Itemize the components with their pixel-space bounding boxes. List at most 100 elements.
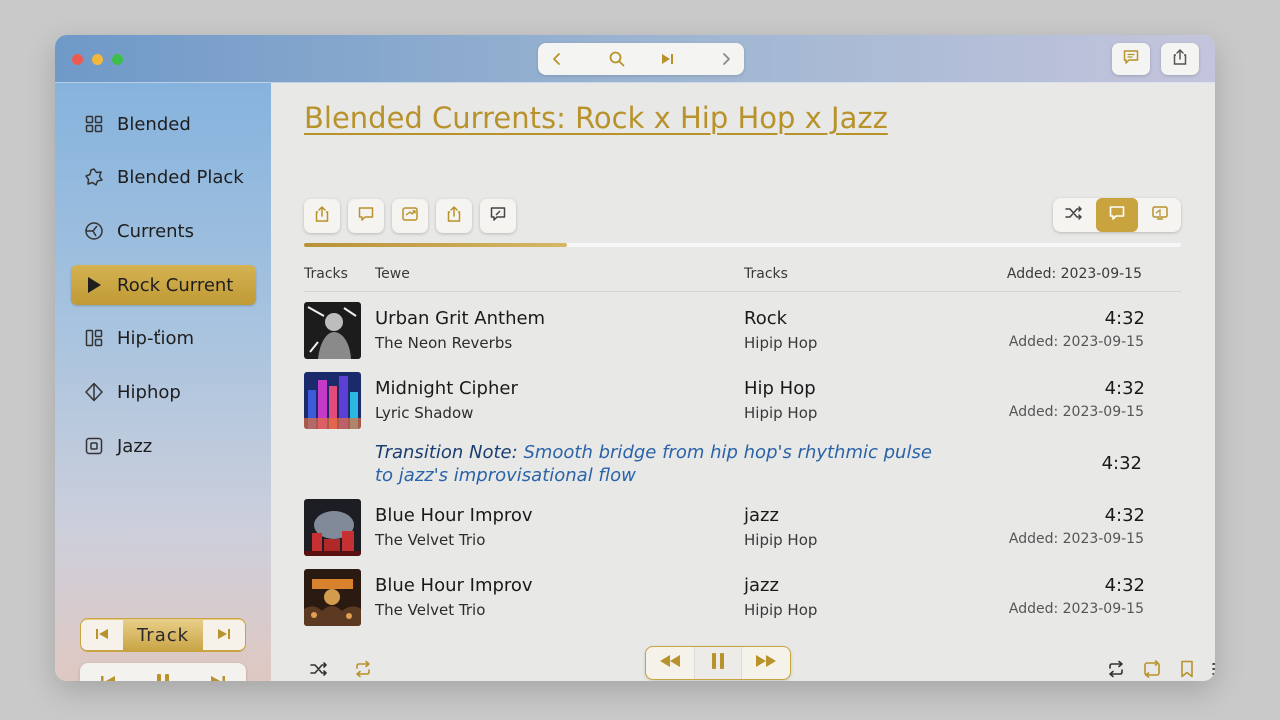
share-icon [313,205,331,227]
shuffle-toggle[interactable] [1053,198,1096,232]
playlist-title[interactable]: Blended Currents: Rock x Hip Hop x Jazz [304,101,888,135]
skip-previous-icon [95,626,109,645]
table-row[interactable]: Blue Hour Improv The Velvet Trio jazz Hi… [304,569,1181,629]
play-icon [83,274,105,296]
track-title: Blue Hour Improv [375,505,533,526]
transfer-button[interactable] [392,199,428,233]
menu-icon[interactable] [1210,657,1215,681]
chevron-left-icon[interactable] [546,48,568,70]
record-icon [83,435,105,457]
track-subgenre: Hipip Hop [744,531,818,549]
comment-icon [357,205,375,227]
table-row[interactable]: Midnight Cipher Lyric Shadow Hip Hop Hip… [304,372,1181,432]
fast-forward-button[interactable] [742,647,790,679]
comment-icon [1108,204,1126,226]
sidebar-item-rock-current[interactable]: Rock Current [71,265,256,305]
share-icon [1171,48,1189,70]
repeat-icon[interactable] [351,657,375,681]
comment-button[interactable] [1112,43,1150,75]
comment-view-toggle[interactable] [1095,198,1139,232]
track-genre: Hip Hop [744,378,816,399]
skip-previous-icon[interactable] [99,673,117,681]
repeat-one-icon[interactable] [1140,657,1164,681]
rewind-icon [658,653,682,673]
sidebar-item-label: Currents [117,220,194,242]
table-row[interactable]: Urban Grit Anthem The Neon Reverbs Rock … [304,302,1181,362]
main-content: Blended Currents: Rock x Hip Hop x Jazz [271,83,1215,681]
grid-icon [83,113,105,135]
next-track-button[interactable] [202,620,245,650]
previous-track-button[interactable] [81,620,123,650]
header-divider [304,291,1181,292]
column-header-genre[interactable]: Tracks [744,266,788,282]
comment-icon [1122,48,1140,70]
sidebar-item-currents[interactable]: Currents [71,211,256,251]
transition-note: Transition Note: Smooth bridge from hip … [375,441,955,487]
track-duration: 4:32 [1104,308,1145,329]
shuffle-icon [1064,204,1084,226]
share-icon [445,205,463,227]
track-artist: The Velvet Trio [375,531,486,549]
track-subgenre: Hipip Hop [744,404,818,422]
screen-view-toggle[interactable] [1138,198,1181,232]
pause-icon[interactable] [154,672,172,681]
track-added-date: Added: 2023-09-15 [1008,404,1144,420]
rewind-button[interactable] [646,647,694,679]
zoom-window-button[interactable] [112,54,123,65]
chevron-right-icon[interactable] [715,48,737,70]
playlist-progress-bar[interactable] [304,243,1181,247]
playback-controls [645,646,791,680]
sidebar: Blended Blended Plack Currents Rock Curr… [55,83,271,681]
track-title: Blue Hour Improv [375,575,533,596]
sidebar-item-blended[interactable]: Blended [71,104,256,144]
sidebar-item-hip-hom[interactable]: Hip-ťiom [71,318,256,358]
skip-next-icon[interactable] [209,673,227,681]
puzzle-icon [83,166,105,188]
column-header-added[interactable]: Added: 2023-09-15 [1007,266,1142,282]
album-art [304,569,361,626]
edit-comment-button[interactable] [480,199,516,233]
track-title: Urban Grit Anthem [375,308,546,329]
playlist-progress-fill [304,243,568,247]
column-header-tracks[interactable]: Tracks [304,266,348,282]
sidebar-item-blended-plack[interactable]: Blended Plack [71,157,256,197]
skip-next-icon [217,626,231,645]
sidebar-item-label: Hip-ťiom [117,327,195,349]
track-genre: jazz [744,505,779,526]
navigation-toolbar [538,43,744,75]
pause-icon [710,652,726,674]
search-icon[interactable] [606,48,628,70]
column-header-title[interactable]: Tewe [375,266,410,282]
share-button[interactable] [304,199,340,233]
transfer-icon [401,205,419,227]
minimize-window-button[interactable] [92,54,103,65]
track-duration: 4:32 [1104,575,1145,596]
track-genre: jazz [744,575,779,596]
track-duration: 4:32 [1104,378,1145,399]
close-window-button[interactable] [72,54,83,65]
sidebar-item-jazz[interactable]: Jazz [71,426,256,466]
bookmark-icon[interactable] [1175,657,1199,681]
comment-button[interactable] [348,199,384,233]
share-button[interactable] [1161,43,1199,75]
sidebar-item-label: Blended [117,113,191,135]
repeat-icon[interactable] [1104,657,1128,681]
layout-icon [83,327,105,349]
mini-track-control: Track [80,618,246,652]
table-row[interactable]: Blue Hour Improv The Velvet Trio jazz Hi… [304,499,1181,559]
track-added-date: Added: 2023-09-15 [1008,601,1144,617]
skip-next-icon[interactable] [656,48,678,70]
share-button[interactable] [436,199,472,233]
track-artist: The Velvet Trio [375,601,486,619]
sidebar-item-hiphop[interactable]: Hiphop [71,372,256,412]
view-segmented-control [1053,198,1181,232]
album-art [304,302,361,359]
edit-comment-icon [489,205,507,227]
screen-icon [1151,204,1169,226]
sidebar-item-label: Hiphop [117,381,181,403]
compass-icon [83,220,105,242]
diamond-icon [83,381,105,403]
pause-button[interactable] [694,647,742,679]
shuffle-icon[interactable] [307,657,331,681]
transition-duration: 4:32 [1101,453,1142,474]
